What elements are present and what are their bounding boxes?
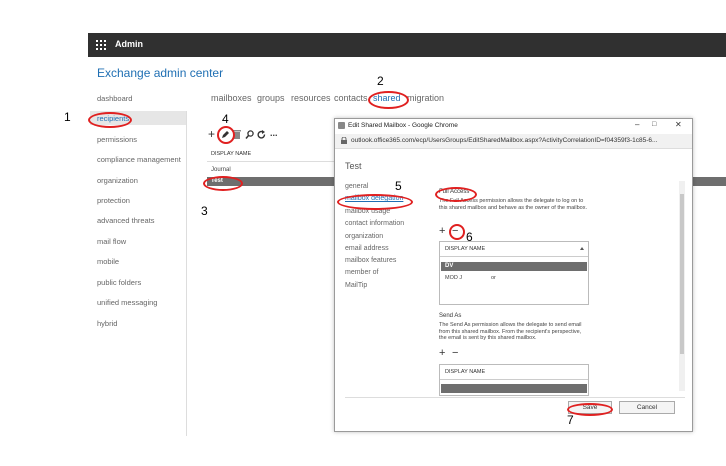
nav-item-organization[interactable]: organization bbox=[97, 176, 138, 185]
list-header-divider bbox=[207, 161, 337, 162]
table-row[interactable]: MOD J bbox=[445, 275, 462, 281]
annotation-number-5: 5 bbox=[395, 179, 402, 193]
annotation-ring-recipients bbox=[88, 112, 132, 128]
dialog-nav-organization[interactable]: organization bbox=[345, 233, 383, 240]
minimize-icon[interactable]: – bbox=[635, 120, 639, 129]
annotation-ring-full-access bbox=[435, 187, 477, 202]
table-row-selected[interactable]: DV bbox=[441, 262, 587, 271]
nav-divider bbox=[186, 111, 187, 436]
nav-item-protection[interactable]: protection bbox=[97, 196, 130, 205]
send-as-remove-icon[interactable]: − bbox=[452, 347, 458, 359]
table-row-fragment: or bbox=[491, 275, 496, 281]
close-icon[interactable]: ✕ bbox=[675, 120, 682, 129]
full-access-table: DISPLAY NAME DV MOD J or bbox=[439, 241, 589, 305]
nav-item-unified-messaging[interactable]: unified messaging bbox=[97, 298, 157, 307]
app-launcher-icon[interactable] bbox=[96, 40, 106, 50]
full-access-column-header[interactable]: DISPLAY NAME bbox=[440, 242, 588, 257]
table-row-selected[interactable] bbox=[441, 384, 587, 393]
list-column-header[interactable]: DISPLAY NAME bbox=[211, 151, 251, 157]
dialog-nav-contact-information[interactable]: contact information bbox=[345, 220, 404, 227]
edit-shared-mailbox-window: Edit Shared Mailbox - Google Chrome – □ … bbox=[334, 118, 693, 432]
more-options-icon[interactable]: ... bbox=[270, 128, 278, 138]
dialog-nav-member-of[interactable]: member of bbox=[345, 269, 378, 276]
annotation-ring-shared bbox=[368, 91, 409, 109]
full-access-header-label: DISPLAY NAME bbox=[445, 246, 486, 252]
refresh-icon[interactable] bbox=[257, 130, 266, 139]
annotation-number-2: 2 bbox=[377, 74, 384, 88]
nav-item-mobile[interactable]: mobile bbox=[97, 257, 119, 266]
cancel-button[interactable]: Cancel bbox=[619, 401, 675, 414]
annotation-number-3: 3 bbox=[201, 204, 208, 218]
nav-item-hybrid[interactable]: hybrid bbox=[97, 319, 117, 328]
annotation-ring-test bbox=[203, 176, 243, 191]
send-as-table: DISPLAY NAME bbox=[439, 364, 589, 396]
admin-top-bar: Admin bbox=[88, 33, 726, 57]
tab-groups[interactable]: groups bbox=[257, 93, 285, 103]
nav-item-compliance-management[interactable]: compliance management bbox=[97, 155, 181, 164]
annotation-ring-mailbox-delegation bbox=[337, 194, 413, 210]
send-as-title: Send As bbox=[439, 313, 462, 319]
tab-mailboxes[interactable]: mailboxes bbox=[211, 93, 252, 103]
table-row-label: DV bbox=[445, 263, 454, 269]
sort-caret-icon bbox=[580, 247, 584, 250]
mailbox-heading: Test bbox=[345, 161, 362, 171]
annotation-number-1: 1 bbox=[64, 110, 71, 124]
footer-divider bbox=[345, 397, 685, 398]
full-access-add-icon[interactable]: + bbox=[439, 225, 445, 237]
add-icon[interactable]: + bbox=[208, 127, 215, 141]
nav-item-permissions[interactable]: permissions bbox=[97, 135, 137, 144]
send-as-column-header[interactable]: DISPLAY NAME bbox=[440, 365, 588, 380]
dialog-nav-mailtip[interactable]: MailTip bbox=[345, 282, 367, 289]
maximize-icon[interactable]: □ bbox=[652, 121, 656, 128]
tab-migration[interactable]: migration bbox=[407, 93, 444, 103]
annotation-ring-edit bbox=[217, 126, 235, 144]
admin-title: Admin bbox=[115, 39, 143, 49]
search-icon[interactable] bbox=[245, 130, 254, 139]
dialog-nav-mailbox-features[interactable]: mailbox features bbox=[345, 257, 396, 264]
annotation-number-7: 7 bbox=[567, 413, 574, 427]
nav-item-dashboard[interactable]: dashboard bbox=[97, 94, 132, 103]
tab-resources[interactable]: resources bbox=[291, 93, 331, 103]
window-title: Edit Shared Mailbox - Google Chrome bbox=[348, 122, 458, 129]
lock-icon bbox=[341, 137, 347, 144]
send-as-add-icon[interactable]: + bbox=[439, 347, 445, 359]
nav-item-mail-flow[interactable]: mail flow bbox=[97, 237, 126, 246]
scrollbar-thumb[interactable] bbox=[680, 194, 684, 354]
annotation-ring-remove bbox=[449, 224, 465, 240]
send-as-header-label: DISPLAY NAME bbox=[445, 369, 486, 375]
window-app-icon bbox=[338, 122, 345, 129]
nav-item-public-folders[interactable]: public folders bbox=[97, 278, 141, 287]
annotation-number-6: 6 bbox=[466, 230, 473, 244]
address-bar-url: outlook.office365.com/ecp/UsersGroups/Ed… bbox=[351, 137, 658, 144]
dialog-nav-general[interactable]: general bbox=[345, 183, 368, 190]
list-item[interactable]: Journal bbox=[211, 167, 231, 173]
page-title: Exchange admin center bbox=[97, 66, 224, 80]
dialog-nav-email-address[interactable]: email address bbox=[345, 245, 389, 252]
send-as-description: The Send As permission allows the delega… bbox=[439, 322, 582, 341]
annotation-number-4: 4 bbox=[222, 112, 229, 126]
nav-item-advanced-threats[interactable]: advanced threats bbox=[97, 216, 155, 225]
tab-contacts[interactable]: contacts bbox=[334, 93, 368, 103]
